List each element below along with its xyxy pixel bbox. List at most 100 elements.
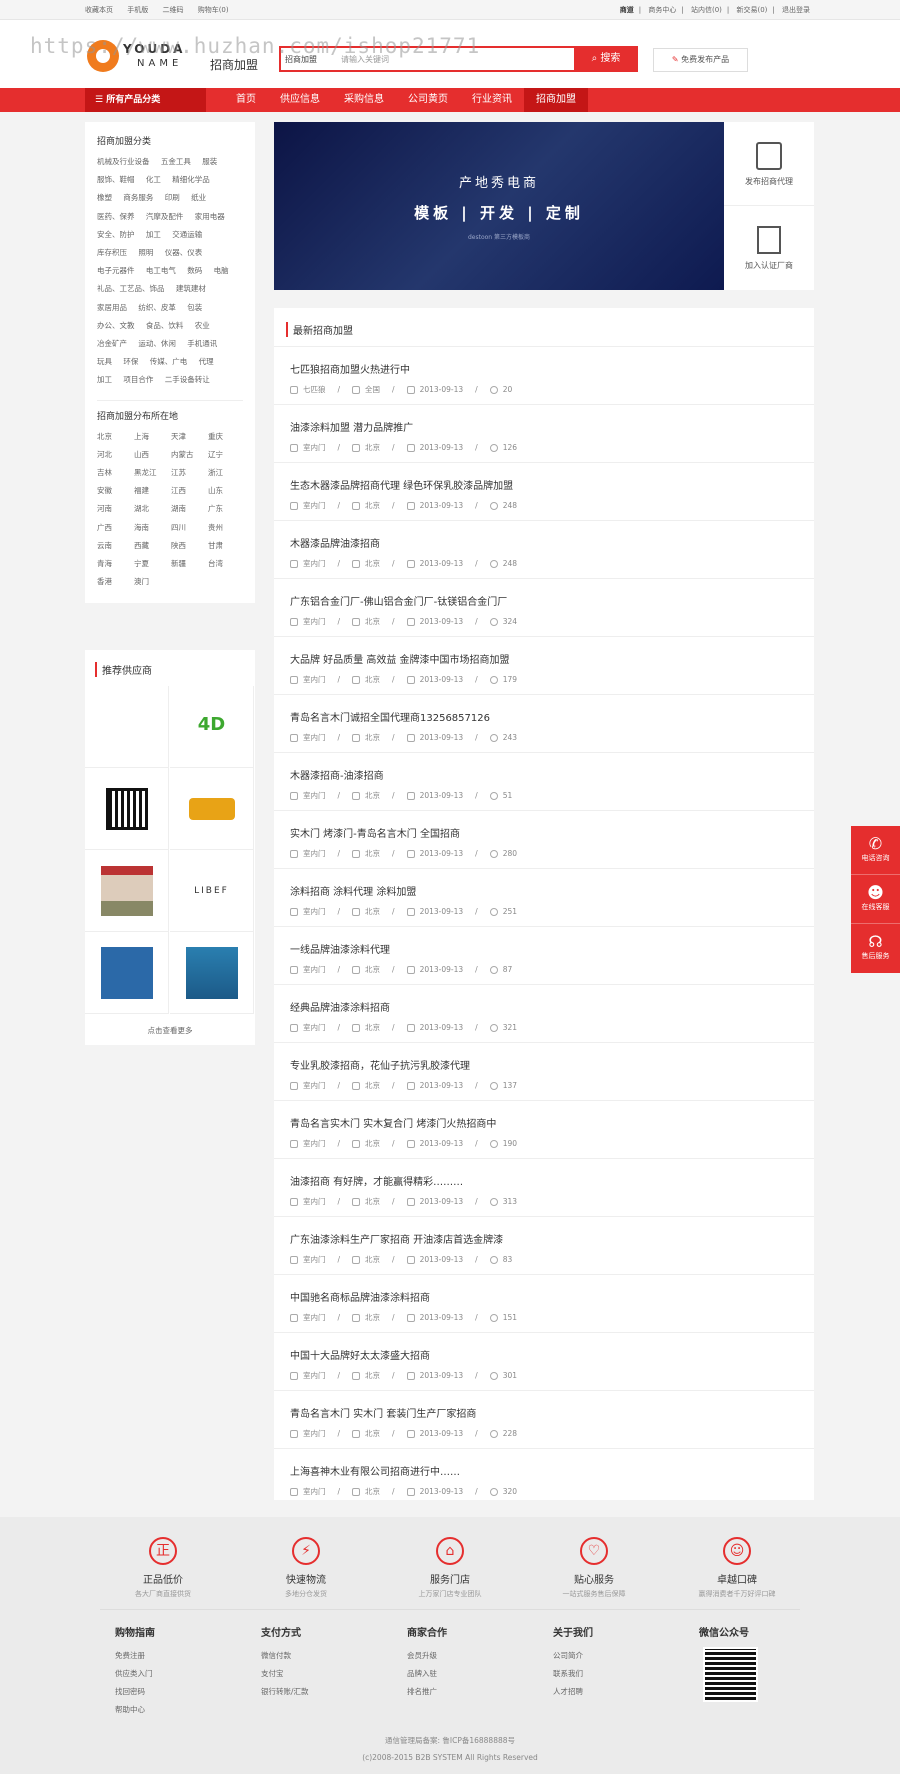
category-tag[interactable]: 食品、饮料: [146, 321, 184, 330]
nav-home[interactable]: 首页: [224, 88, 268, 112]
item-title[interactable]: 实木门 烤漆门-青岛名言木门 全国招商: [290, 825, 460, 840]
category-tag[interactable]: 五金工具: [161, 157, 191, 166]
list-item[interactable]: 青岛名言木门 实木门 套装门生产厂家招商 室内门 / 北京/2013-09-13/22…: [274, 1390, 814, 1448]
region-tag[interactable]: 云南: [97, 537, 125, 555]
region-tag[interactable]: 青海: [97, 555, 125, 573]
online-service-button[interactable]: ☻ 在线客服: [851, 875, 900, 924]
messages-link[interactable]: 站内信(0): [691, 6, 722, 14]
category-tag[interactable]: 纺织、皮革: [138, 303, 176, 312]
item-title[interactable]: 青岛名言木门 实木门 套装门生产厂家招商: [290, 1405, 476, 1420]
item-category[interactable]: 室内门: [303, 616, 326, 627]
list-item[interactable]: 涂料招商 涂料代理 涂料加盟 室内门 / 北京/2013-09-13/251: [274, 868, 814, 926]
nav-franchise[interactable]: 招商加盟: [524, 88, 588, 112]
item-category[interactable]: 室内门: [303, 1254, 326, 1265]
region-tag[interactable]: 广东: [208, 500, 236, 518]
category-tag[interactable]: 包装: [187, 303, 202, 312]
qrcode-link[interactable]: 二维码: [162, 6, 183, 14]
supplier-logo-6[interactable]: LIBEF: [170, 850, 254, 932]
footer-link[interactable]: 免费注册: [115, 1647, 155, 1665]
category-tag[interactable]: 服装: [202, 157, 217, 166]
list-item[interactable]: 中国驰名商标品牌油漆涂料招商 室内门 / 北京/2013-09-13/151: [274, 1274, 814, 1332]
item-category[interactable]: 室内门: [303, 790, 326, 801]
publish-agent-button[interactable]: 发布招商代理: [724, 122, 814, 206]
search-input[interactable]: 请输入关键词: [341, 54, 389, 65]
category-tag[interactable]: 安全、防护: [97, 230, 135, 239]
footer-link[interactable]: 人才招聘: [553, 1683, 593, 1701]
category-tag[interactable]: 汽摩及配件: [146, 212, 184, 221]
category-tag[interactable]: 玩具: [97, 357, 112, 366]
item-category[interactable]: 室内门: [303, 848, 326, 859]
category-tag[interactable]: 商务服务: [123, 193, 153, 202]
list-item[interactable]: 一线品牌油漆涂料代理 室内门 / 北京/2013-09-13/87: [274, 926, 814, 984]
category-tag[interactable]: 农业: [195, 321, 210, 330]
trades-link[interactable]: 新交易(0): [736, 6, 767, 14]
bookmark-link[interactable]: 收藏本页: [85, 6, 113, 14]
item-title[interactable]: 生态木器漆品牌招商代理 绿色环保乳胶漆品牌加盟: [290, 477, 513, 492]
item-title[interactable]: 油漆招商 有好牌，才能赢得精彩………: [290, 1173, 463, 1188]
nav-supply[interactable]: 供应信息: [268, 88, 332, 112]
item-title[interactable]: 专业乳胶漆招商，花仙子抗污乳胶漆代理: [290, 1057, 470, 1072]
category-tag[interactable]: 代理: [199, 357, 214, 366]
region-tag[interactable]: 西藏: [134, 537, 162, 555]
category-tag[interactable]: 精细化学品: [172, 175, 210, 184]
item-category[interactable]: 室内门: [303, 1196, 326, 1207]
category-tag[interactable]: 建筑建材: [176, 284, 206, 293]
supplier-logo-3[interactable]: [85, 768, 169, 850]
category-tag[interactable]: 手机通讯: [187, 339, 217, 348]
item-title[interactable]: 一线品牌油漆涂料代理: [290, 941, 390, 956]
nav-companies[interactable]: 公司黄页: [396, 88, 460, 112]
list-item[interactable]: 木器漆招商-油漆招商 室内门 / 北京/2013-09-13/51: [274, 752, 814, 810]
region-tag[interactable]: 新疆: [171, 555, 199, 573]
list-item[interactable]: 青岛名言实木门 实木复合门 烤漆门火热招商中 室内门 / 北京/2013-09-13/…: [274, 1100, 814, 1158]
business-center-link[interactable]: 商务中心: [648, 6, 676, 14]
nav-news[interactable]: 行业资讯: [460, 88, 524, 112]
category-tag[interactable]: 家用电器: [195, 212, 225, 221]
region-tag[interactable]: 澳门: [134, 573, 162, 591]
region-tag[interactable]: 海南: [134, 519, 162, 537]
supplier-logo-4[interactable]: [170, 768, 254, 850]
region-tag[interactable]: 陕西: [171, 537, 199, 555]
category-tag[interactable]: 照明: [138, 248, 153, 257]
category-tag[interactable]: 运动、休闲: [138, 339, 176, 348]
region-tag[interactable]: 黑龙江: [134, 464, 162, 482]
region-tag[interactable]: 宁夏: [134, 555, 162, 573]
region-tag[interactable]: 贵州: [208, 519, 236, 537]
footer-link[interactable]: 联系我们: [553, 1665, 593, 1683]
supplier-logo-1[interactable]: [85, 686, 169, 768]
region-tag[interactable]: 山东: [208, 482, 236, 500]
region-tag[interactable]: 甘肃: [208, 537, 236, 555]
item-category[interactable]: 室内门: [303, 674, 326, 685]
list-item[interactable]: 七匹狼招商加盟火热进行中 七匹狼 / 全国/2013-09-13/20: [274, 346, 814, 404]
footer-link[interactable]: 会员升级: [407, 1647, 447, 1665]
region-tag[interactable]: 湖南: [171, 500, 199, 518]
list-item[interactable]: 木器漆品牌油漆招商 室内门 / 北京/2013-09-13/248: [274, 520, 814, 578]
region-tag[interactable]: 江苏: [171, 464, 199, 482]
category-tag[interactable]: 库存积压: [97, 248, 127, 257]
mobile-link[interactable]: 手机版: [127, 6, 148, 14]
supplier-logo-8[interactable]: [170, 932, 254, 1014]
category-tag[interactable]: 橡塑: [97, 193, 112, 202]
list-item[interactable]: 中国十大品牌好太太漆盛大招商 室内门 / 北京/2013-09-13/301: [274, 1332, 814, 1390]
item-category[interactable]: 室内门: [303, 1370, 326, 1381]
category-tag[interactable]: 医药、保养: [97, 212, 135, 221]
list-item[interactable]: 青岛名言木门诚招全国代理商13256857126 室内门 / 北京/2013-09-1…: [274, 694, 814, 752]
region-tag[interactable]: 山西: [134, 446, 162, 464]
region-tag[interactable]: 吉林: [97, 464, 125, 482]
all-categories-button[interactable]: ☰ 所有产品分类: [85, 88, 206, 112]
footer-link[interactable]: 供应类入门: [115, 1665, 155, 1683]
item-category[interactable]: 室内门: [303, 732, 326, 743]
search-button[interactable]: ⌕ 搜索: [574, 46, 638, 72]
phone-consult-button[interactable]: ✆ 电话咨询: [851, 826, 900, 875]
publish-product-button[interactable]: ✎ 免费发布产品: [653, 48, 748, 72]
item-title[interactable]: 广东油漆涂料生产厂家招商 开油漆店首选金牌漆: [290, 1231, 503, 1246]
list-item[interactable]: 经典品牌油漆涂料招商 室内门 / 北京/2013-09-13/321: [274, 984, 814, 1042]
category-tag[interactable]: 服饰、鞋帽: [97, 175, 135, 184]
category-tag[interactable]: 电工电气: [146, 266, 176, 275]
category-tag[interactable]: 电脑: [214, 266, 229, 275]
region-tag[interactable]: 江西: [171, 482, 199, 500]
nav-purchase[interactable]: 采购信息: [332, 88, 396, 112]
item-category[interactable]: 室内门: [303, 964, 326, 975]
footer-link[interactable]: 品牌入驻: [407, 1665, 447, 1683]
footer-link[interactable]: 帮助中心: [115, 1701, 155, 1719]
category-tag[interactable]: 家居用品: [97, 303, 127, 312]
